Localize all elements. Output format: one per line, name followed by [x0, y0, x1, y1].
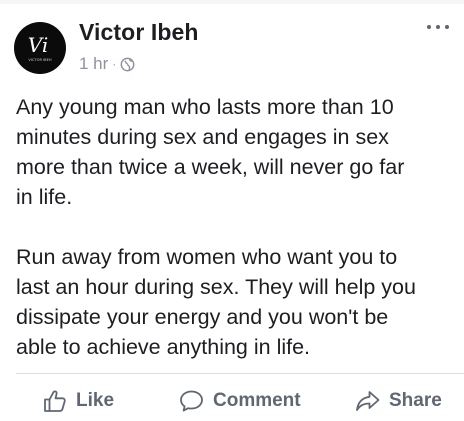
like-button[interactable]: Like: [42, 386, 114, 416]
avatar-monogram: Vi: [28, 33, 49, 57]
top-border: [0, 0, 464, 4]
like-label: Like: [76, 390, 115, 411]
post-time[interactable]: 1 hr: [79, 54, 108, 74]
author-name[interactable]: Victor Ibeh: [79, 19, 199, 46]
action-bar: Like Comment Share: [0, 380, 464, 421]
actions-divider: [16, 373, 464, 374]
post-body: Any young man who lasts more than 10 min…: [16, 92, 456, 362]
share-arrow-icon: [356, 391, 380, 411]
thumbs-up-icon: [44, 390, 66, 412]
post-paragraph-1: Any young man who lasts more than 10 min…: [16, 95, 405, 209]
post-meta: 1 hr ·: [79, 52, 135, 76]
speech-bubble-icon: [180, 390, 203, 412]
meta-separator: ·: [112, 57, 117, 71]
share-label: Share: [389, 390, 442, 411]
globe-icon[interactable]: [120, 57, 135, 72]
comment-label: Comment: [213, 390, 301, 411]
avatar-caption: VICTOR IBEH: [28, 58, 51, 62]
more-options-icon[interactable]: [424, 20, 452, 34]
comment-button[interactable]: Comment: [178, 386, 301, 416]
facebook-post: Vi VICTOR IBEH Victor Ibeh 1 hr · Any yo…: [0, 0, 464, 421]
avatar[interactable]: Vi VICTOR IBEH: [14, 22, 66, 74]
post-paragraph-2: Run away from women who want you to last…: [16, 245, 416, 359]
share-button[interactable]: Share: [354, 386, 442, 416]
avatar-logo-icon: Vi VICTOR IBEH: [28, 33, 52, 62]
